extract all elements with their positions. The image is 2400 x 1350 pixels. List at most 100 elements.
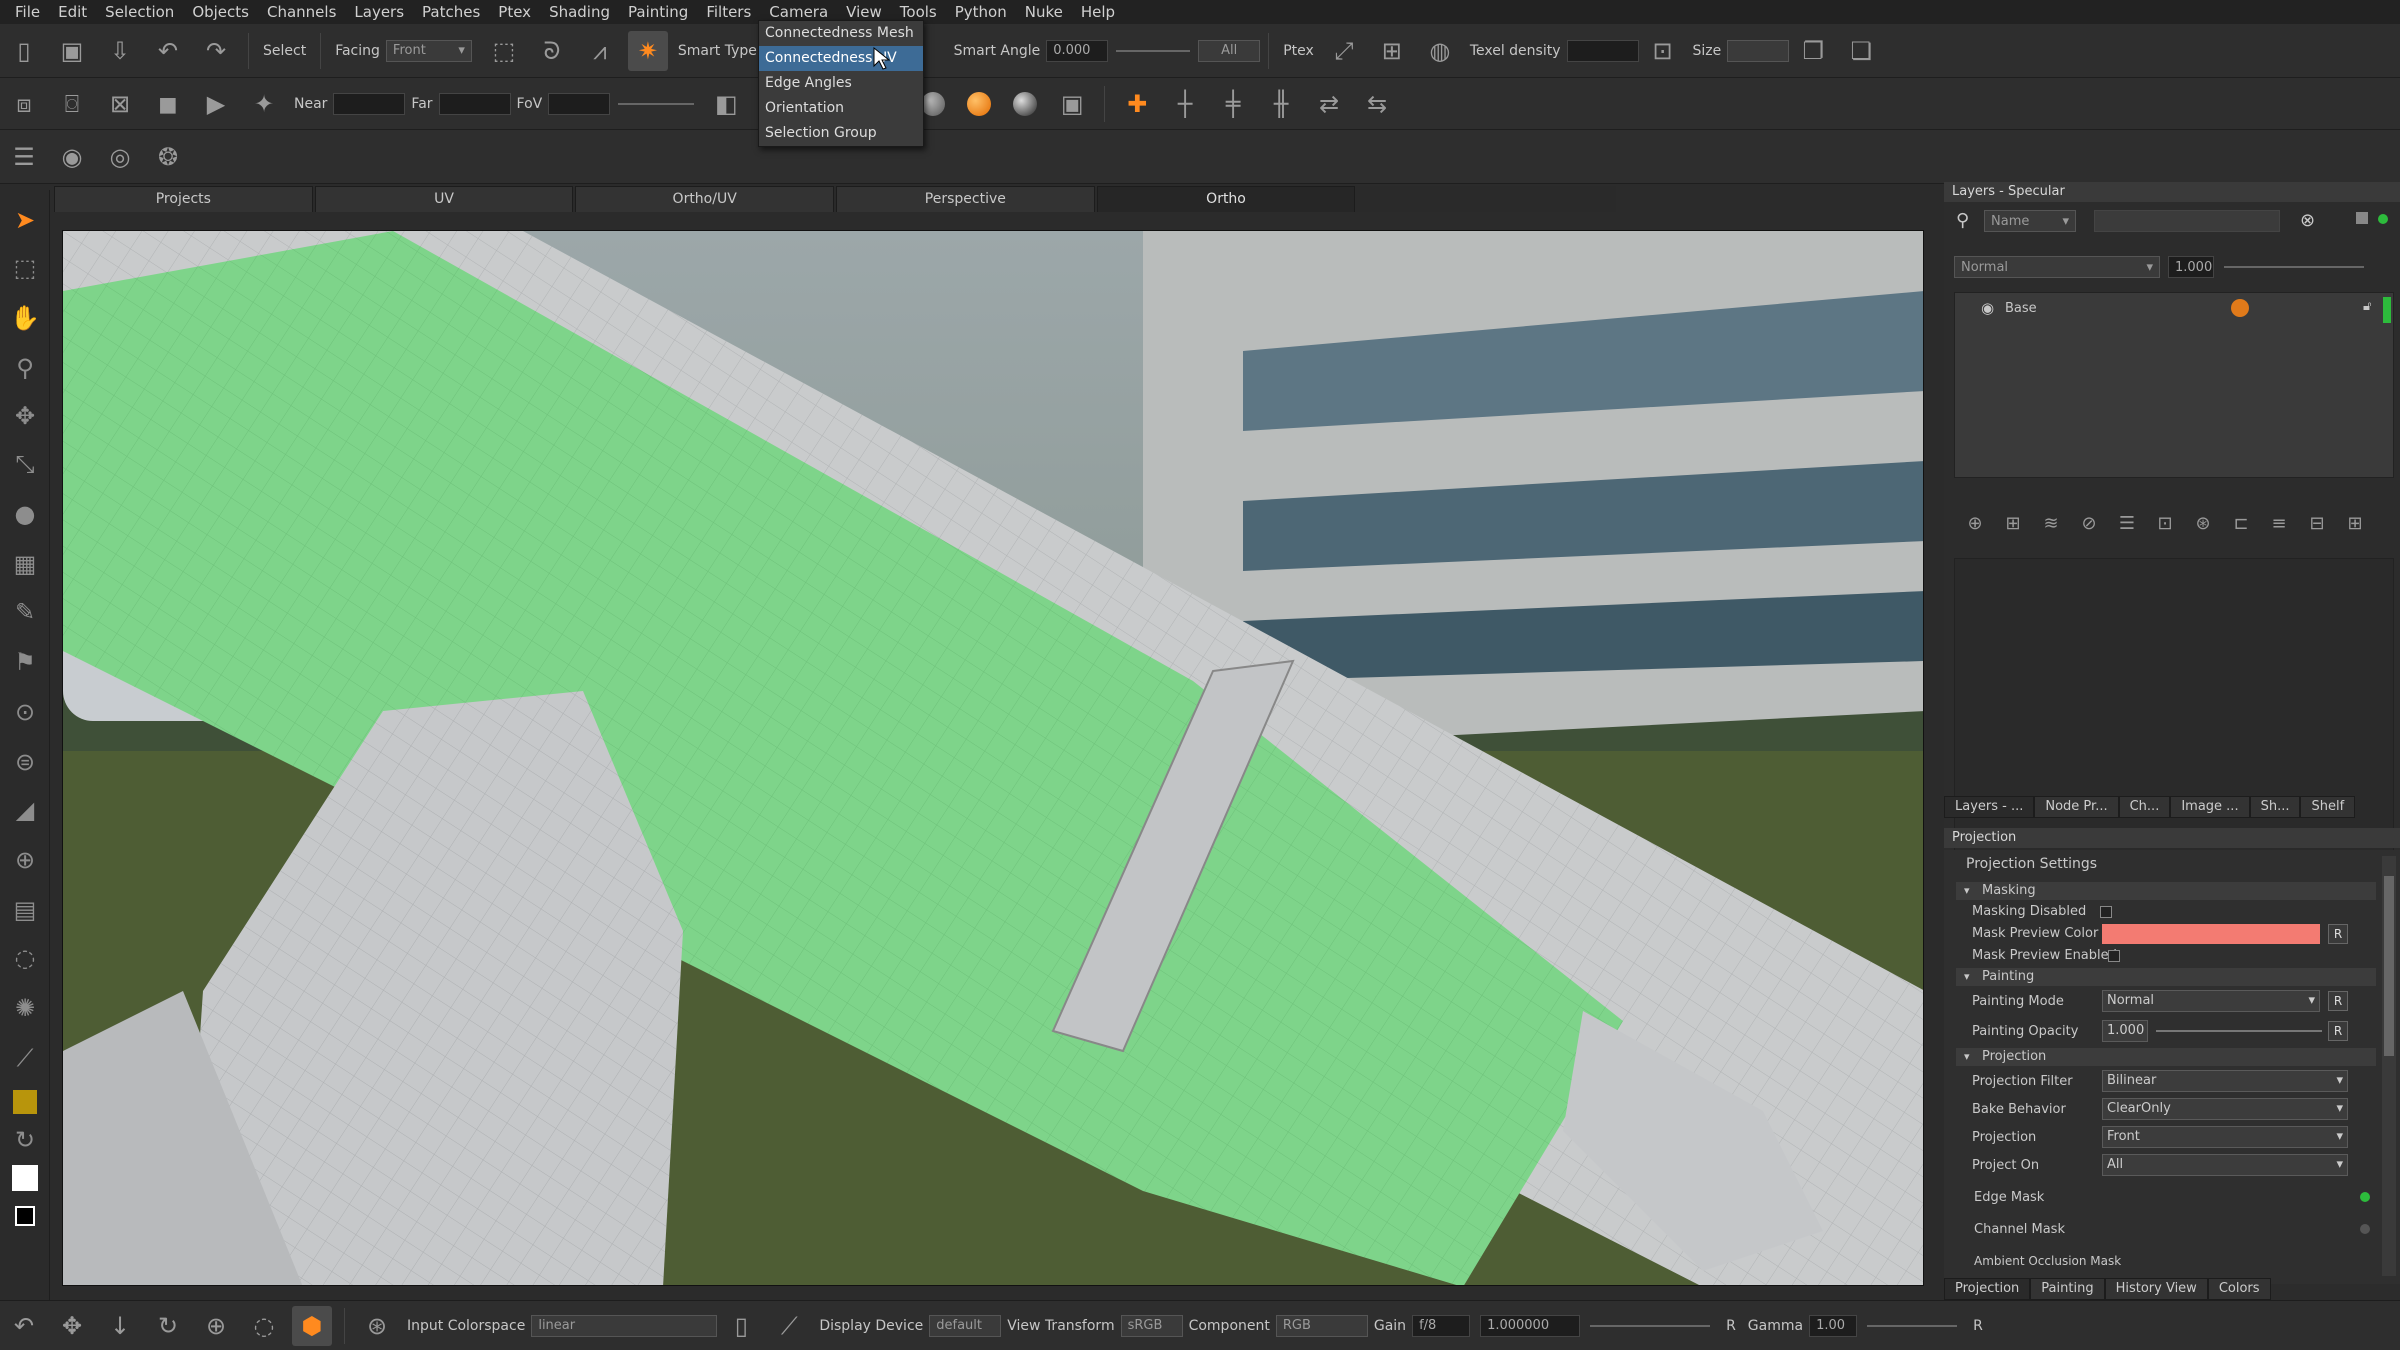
brush-icon[interactable]: ✎: [7, 594, 43, 630]
masking-section-header[interactable]: ▾ Masking: [1956, 882, 2376, 900]
pan-hand-icon[interactable]: ✋: [7, 300, 43, 336]
snap-face-icon[interactable]: ╪: [1213, 84, 1253, 124]
layer-group-icon[interactable]: ≋: [2036, 508, 2066, 538]
smudge-icon[interactable]: ⊜: [7, 744, 43, 780]
layer-row-base[interactable]: ◉ Base 🔓︎: [1955, 297, 2395, 323]
procedural-layer-icon[interactable]: ⊘: [2074, 508, 2104, 538]
camera-box-icon[interactable]: ⧈: [4, 84, 44, 124]
projection-filter-select[interactable]: Bilinear ▾: [2102, 1070, 2348, 1092]
layer-option-icon[interactable]: [2356, 212, 2368, 224]
far-field[interactable]: [438, 92, 511, 115]
tab-painting[interactable]: Painting: [2030, 1278, 2105, 1300]
mask-color-reset-button[interactable]: R: [2328, 924, 2348, 944]
fill-icon[interactable]: ⊕: [7, 842, 43, 878]
zoom-icon[interactable]: ⚲: [7, 350, 43, 386]
gamma-slider[interactable]: [1867, 1324, 1958, 1327]
layer-list-icon[interactable]: ≡: [2264, 508, 2294, 538]
clear-search-icon[interactable]: ⊗: [2300, 210, 2315, 231]
input-colorspace-select[interactable]: linear: [531, 1314, 718, 1337]
lut-icon[interactable]: ▯: [721, 1306, 761, 1346]
paste-layer-icon[interactable]: ❏: [1841, 31, 1881, 71]
tab-node-properties[interactable]: Node Pr...: [2034, 796, 2119, 818]
projection-scrollbar[interactable]: [2382, 856, 2396, 1276]
projection-section-header[interactable]: ▾ Projection: [1956, 1048, 2376, 1066]
drop-icon[interactable]: ●: [7, 496, 43, 532]
layers-filter-select[interactable]: Name ▾: [1984, 210, 2076, 232]
project-on-select[interactable]: All ▾: [2102, 1154, 2348, 1176]
undo-icon[interactable]: ↶: [148, 31, 188, 71]
save-icon[interactable]: ⇩: [100, 31, 140, 71]
picker-icon[interactable]: ⟋: [7, 1040, 43, 1076]
layer-stack-icon[interactable]: ☰: [2112, 508, 2142, 538]
background-color-icon[interactable]: [7, 1198, 43, 1234]
clone-icon[interactable]: ⊙: [7, 694, 43, 730]
dropdown-item-selection-group[interactable]: Selection Group: [759, 121, 923, 146]
orange-sphere-icon[interactable]: [967, 91, 992, 116]
tab-shelf[interactable]: Shelf: [2300, 796, 2356, 818]
cube-icon[interactable]: ◼: [148, 84, 188, 124]
merge-layer-icon[interactable]: ⊏: [2226, 508, 2256, 538]
colorspace-icon[interactable]: ⊛: [357, 1306, 397, 1346]
blend-mode-select[interactable]: Normal ▾: [1954, 256, 2160, 278]
lock-icon[interactable]: 🔓︎: [2363, 299, 2371, 314]
menu-ptex[interactable]: Ptex: [489, 0, 540, 24]
snap-point-icon[interactable]: ✚: [1117, 84, 1157, 124]
gain-number-field[interactable]: 1.000000: [1480, 1314, 1581, 1337]
tab-projects[interactable]: Projects: [54, 186, 313, 212]
painting-opacity-slider[interactable]: [2156, 1030, 2322, 1032]
channel-mask-label[interactable]: Channel Mask: [1974, 1222, 2065, 1237]
menu-edit[interactable]: Edit: [49, 0, 96, 24]
tab-uv[interactable]: UV: [314, 186, 574, 212]
menu-channels[interactable]: Channels: [258, 0, 345, 24]
dropdown-item-orientation[interactable]: Orientation: [759, 96, 923, 121]
mirror-off-icon[interactable]: ⇆: [1357, 84, 1397, 124]
light-icon[interactable]: ✦: [244, 84, 284, 124]
smart-angle-slider[interactable]: [1116, 49, 1191, 52]
menu-patches[interactable]: Patches: [413, 0, 489, 24]
add-layer-icon[interactable]: ⊕: [1960, 508, 1990, 538]
close-file-icon[interactable]: ▣: [52, 31, 92, 71]
fov-slider[interactable]: [618, 102, 695, 105]
3d-viewport[interactable]: [62, 230, 1924, 1286]
menu-shading[interactable]: Shading: [540, 0, 619, 24]
undo-arrow-icon[interactable]: ↶: [4, 1306, 44, 1346]
visibility-list-icon[interactable]: ☰: [4, 137, 44, 177]
tab-history-view[interactable]: History View: [2104, 1278, 2208, 1300]
bake-icon[interactable]: ⬢: [292, 1305, 332, 1346]
blur-icon[interactable]: ◌: [7, 940, 43, 976]
layer-filter-icon[interactable]: ⊛: [2188, 508, 2218, 538]
tab-ortho[interactable]: Ortho: [1096, 186, 1356, 212]
transform-tool-icon[interactable]: ⊕: [196, 1306, 236, 1346]
ptex-resize-icon[interactable]: ⤢: [1324, 31, 1364, 71]
layer-grid-icon[interactable]: ⊞: [2340, 508, 2370, 538]
view-transform-select[interactable]: sRGB: [1120, 1314, 1183, 1337]
eraser-icon[interactable]: ◢: [7, 792, 43, 828]
redo-icon[interactable]: ↷: [196, 31, 236, 71]
painting-opacity-reset-button[interactable]: R: [2328, 1021, 2348, 1041]
dark-sphere-icon[interactable]: [1013, 91, 1038, 116]
dropdown-item-connectedness-uv[interactable]: Connectedness UV: [759, 46, 923, 71]
select-tool-icon[interactable]: ➤: [7, 202, 43, 238]
add-adjustment-icon[interactable]: ⊞: [1998, 508, 2028, 538]
eye-icon[interactable]: ◉: [52, 137, 92, 177]
painting-mode-reset-button[interactable]: R: [2328, 991, 2348, 1011]
menu-filters[interactable]: Filters: [697, 0, 760, 24]
camera-icon[interactable]: ⌼: [52, 84, 92, 124]
ptex-grid-icon[interactable]: ⊞: [1372, 31, 1412, 71]
frame-icon[interactable]: ▣: [1052, 84, 1092, 124]
rotate-icon[interactable]: ↻: [148, 1306, 188, 1346]
tab-shaders[interactable]: Sh...: [2249, 796, 2301, 818]
menu-nuke[interactable]: Nuke: [1016, 0, 1072, 24]
menu-layers[interactable]: Layers: [345, 0, 413, 24]
copy-layer-icon[interactable]: ❐: [1793, 31, 1833, 71]
menu-painting[interactable]: Painting: [619, 0, 697, 24]
painting-mode-select[interactable]: Normal ▾: [2102, 990, 2320, 1012]
marquee-select-icon[interactable]: ⬚: [484, 31, 524, 71]
near-field[interactable]: [333, 92, 406, 115]
curve-icon[interactable]: ⟋: [769, 1306, 809, 1346]
menu-objects[interactable]: Objects: [183, 0, 258, 24]
fov-field[interactable]: [548, 92, 611, 115]
display-device-select[interactable]: default: [929, 1314, 1002, 1337]
opacity-slider[interactable]: [2224, 266, 2364, 268]
mask-preview-enabled-checkbox[interactable]: [2108, 950, 2120, 962]
